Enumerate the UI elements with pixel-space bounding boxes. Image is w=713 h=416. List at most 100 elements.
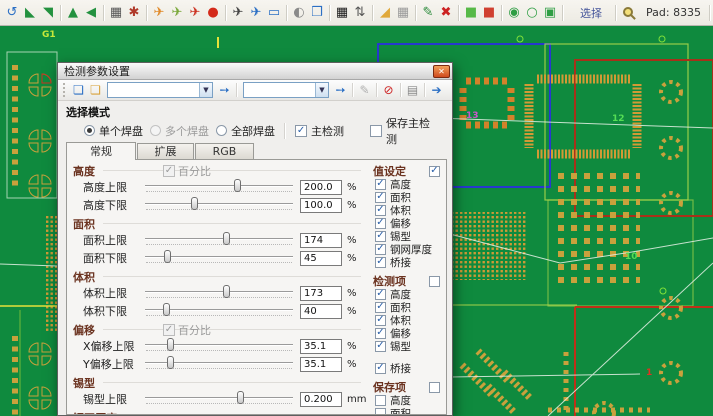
checkbox-icon[interactable] (375, 179, 386, 190)
value-set-item[interactable]: 钢网厚度 (373, 243, 440, 255)
detect-item[interactable]: 偏移 (373, 327, 440, 339)
slider-thumb[interactable] (164, 250, 171, 263)
edit-chart-icon[interactable]: ✎ (419, 0, 437, 25)
detect-item[interactable]: 高度 (373, 288, 440, 300)
radio-icon[interactable] (216, 125, 227, 136)
detect-items-all-checkbox[interactable] (429, 276, 440, 287)
flip-right-icon[interactable]: ◥ (39, 0, 57, 25)
checkbox-icon[interactable] (375, 244, 386, 255)
volume-lower-input[interactable] (300, 304, 342, 319)
tiles-icon[interactable]: ▦ (333, 0, 351, 25)
detect-item[interactable]: 面积 (373, 301, 440, 313)
preset-load-icon[interactable]: ❏ (87, 80, 104, 100)
height-upper-slider[interactable] (145, 179, 293, 195)
slider-thumb[interactable] (167, 356, 174, 369)
circle-outline-icon[interactable]: ○ (523, 0, 541, 25)
delete-icon[interactable]: ✖ (437, 0, 455, 25)
tools-icon[interactable]: ✱ (125, 0, 143, 25)
checkbox-icon[interactable] (375, 302, 386, 313)
pin-red-icon[interactable]: ✈ (186, 0, 204, 25)
toolbar-grip[interactable] (63, 83, 65, 97)
pin-orange-icon[interactable]: ✈ (150, 0, 168, 25)
solder-shape-upper-slider[interactable] (145, 391, 293, 407)
checkbox-icon[interactable] (375, 257, 386, 268)
dialog-titlebar[interactable]: 检测参数设置 ✕ (58, 63, 452, 80)
x-offset-input[interactable] (300, 339, 342, 354)
radio-icon[interactable] (84, 125, 95, 136)
main-detect-checkbox-option[interactable]: 主检测 (295, 123, 362, 139)
checkbox-icon[interactable] (295, 125, 307, 137)
preset-combo-1[interactable]: ▼ (107, 82, 213, 98)
grid-icon[interactable]: ▦ (394, 0, 412, 25)
slider-thumb[interactable] (237, 391, 244, 404)
exit-icon[interactable]: ➔ (428, 80, 445, 100)
cone-icon[interactable]: ◀ (82, 0, 100, 25)
checkbox-icon[interactable] (375, 328, 386, 339)
area-upper-input[interactable] (300, 233, 342, 248)
y-offset-input[interactable] (300, 357, 342, 372)
checkbox-icon[interactable] (375, 205, 386, 216)
flip-left-icon[interactable]: ◣ (21, 0, 39, 25)
undo-icon[interactable]: ↺ (3, 0, 21, 25)
prism-icon[interactable]: ▲ (64, 0, 82, 25)
detect-item[interactable]: 桥接 (373, 362, 440, 374)
solder-shape-upper-input[interactable] (300, 392, 342, 407)
select-mode-button[interactable]: 选择 (580, 5, 602, 21)
pin-dark-icon[interactable]: ✈ (229, 0, 247, 25)
sort-icon[interactable]: ⇅ (351, 0, 369, 25)
slider-thumb[interactable] (163, 303, 170, 316)
checkbox-icon[interactable] (375, 408, 386, 416)
detect-item[interactable]: 体积 (373, 314, 440, 326)
marker-icon[interactable]: ● (204, 0, 222, 25)
radio-all-pads[interactable]: 全部焊盘 (216, 123, 282, 139)
checkbox-icon[interactable] (375, 218, 386, 229)
magnifier-icon[interactable] (623, 7, 633, 17)
chevron-down-icon[interactable]: ▼ (315, 83, 328, 97)
checkbox-icon[interactable] (375, 363, 386, 374)
sphere-icon[interactable]: ◐ (290, 0, 308, 25)
volume-upper-input[interactable] (300, 286, 342, 301)
tab-rgb[interactable]: RGB (195, 143, 254, 159)
square-outline-icon[interactable]: ▣ (541, 0, 559, 25)
close-button[interactable]: ✕ (433, 65, 450, 78)
value-set-item[interactable]: 高度 (373, 178, 440, 190)
value-set-item[interactable]: 体积 (373, 204, 440, 216)
value-set-item[interactable]: 锡型 (373, 230, 440, 242)
value-set-item[interactable]: 偏移 (373, 217, 440, 229)
preset-save-icon[interactable]: ❏ (70, 80, 87, 100)
area-upper-slider[interactable] (145, 232, 293, 248)
checkbox-icon[interactable] (375, 341, 386, 352)
checkbox-icon[interactable] (375, 315, 386, 326)
x-offset-slider[interactable] (145, 338, 293, 354)
circle-dot-icon[interactable]: ◉ (505, 0, 523, 25)
save-item[interactable]: 高度 (373, 394, 440, 406)
ruler-icon[interactable]: ◢ (376, 0, 394, 25)
detection-settings-dialog[interactable]: 检测参数设置 ✕ ❏ ❏ ▼ ➙ ▼ ➙ ✎ (57, 62, 453, 416)
preset-combo-2[interactable]: ▼ (243, 82, 329, 98)
pcb-viewport[interactable]: G1 13 12 10 1 检测参数设置 ✕ ❏ ❏ ▼ ➙ (0, 26, 713, 416)
height-lower-slider[interactable] (145, 197, 293, 213)
area-lower-slider[interactable] (145, 250, 293, 266)
tab-extended[interactable]: 扩展 (137, 143, 194, 159)
green-square-icon[interactable]: ■ (462, 0, 480, 25)
radio-single-pad[interactable]: 单个焊盘 (84, 123, 150, 139)
tab-general[interactable]: 常规 (66, 142, 136, 160)
pin-green-icon[interactable]: ✈ (168, 0, 186, 25)
slider-thumb[interactable] (167, 338, 174, 351)
y-offset-slider[interactable] (145, 356, 293, 372)
save-icon[interactable]: ▤ (404, 80, 421, 100)
value-set-all-checkbox[interactable] (429, 166, 440, 177)
height-lower-input[interactable] (300, 198, 342, 213)
red-square-icon[interactable]: ■ (480, 0, 498, 25)
height-upper-input[interactable] (300, 180, 342, 195)
slider-thumb[interactable] (234, 179, 241, 192)
detect-item[interactable]: 锡型 (373, 340, 440, 352)
slider-thumb[interactable] (223, 232, 230, 245)
value-set-item[interactable]: 桥接 (373, 256, 440, 268)
chevron-down-icon[interactable]: ▼ (199, 83, 212, 97)
volume-lower-slider[interactable] (145, 303, 293, 319)
cancel-icon[interactable]: ⊘ (380, 80, 397, 100)
camera-icon[interactable]: ❒ (308, 0, 326, 25)
save-item[interactable]: 面积 (373, 407, 440, 415)
checkbox-icon[interactable] (375, 395, 386, 406)
